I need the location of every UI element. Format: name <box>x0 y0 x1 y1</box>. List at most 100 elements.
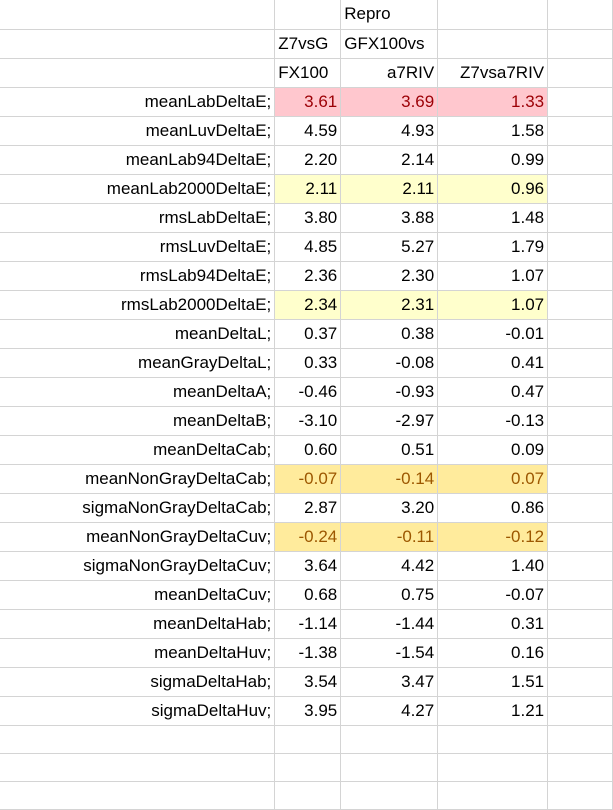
value-cell-b[interactable]: 0.38 <box>340 319 439 349</box>
value-cell-b[interactable]: -0.14 <box>340 464 439 494</box>
header-cell-c3[interactable]: Z7vsa7RIV <box>437 58 549 88</box>
cell[interactable] <box>547 261 613 291</box>
value-cell-b[interactable]: 0.51 <box>340 435 439 465</box>
value-cell-c[interactable]: 1.40 <box>437 551 549 581</box>
cell[interactable] <box>0 29 276 59</box>
value-cell-b[interactable]: 2.11 <box>340 174 439 204</box>
value-cell-a[interactable]: 2.34 <box>274 290 342 320</box>
value-cell-c[interactable]: 1.07 <box>437 261 549 291</box>
value-cell-a[interactable]: -1.38 <box>274 638 342 668</box>
cell[interactable] <box>437 725 549 754</box>
value-cell-a[interactable]: -0.46 <box>274 377 342 407</box>
metric-label[interactable]: meanDeltaHuv; <box>0 638 276 668</box>
cell[interactable] <box>547 580 613 610</box>
cell[interactable] <box>340 725 439 754</box>
value-cell-b[interactable]: -0.11 <box>340 522 439 552</box>
cell[interactable] <box>547 145 613 175</box>
cell[interactable] <box>437 0 549 30</box>
cell[interactable] <box>547 348 613 378</box>
metric-label[interactable]: meanDeltaA; <box>0 377 276 407</box>
metric-label[interactable]: sigmaDeltaHuv; <box>0 696 276 726</box>
value-cell-c[interactable]: -0.07 <box>437 580 549 610</box>
value-cell-a[interactable]: 2.20 <box>274 145 342 175</box>
cell[interactable] <box>547 174 613 204</box>
value-cell-b[interactable]: -2.97 <box>340 406 439 436</box>
value-cell-b[interactable]: 3.20 <box>340 493 439 523</box>
value-cell-c[interactable]: 0.86 <box>437 493 549 523</box>
metric-label[interactable]: rmsLuvDeltaE; <box>0 232 276 262</box>
cell[interactable] <box>437 29 549 59</box>
value-cell-a[interactable]: 2.11 <box>274 174 342 204</box>
metric-label[interactable]: meanDeltaCab; <box>0 435 276 465</box>
cell[interactable] <box>274 0 342 30</box>
value-cell-a[interactable]: 2.87 <box>274 493 342 523</box>
value-cell-c[interactable]: -0.01 <box>437 319 549 349</box>
cell[interactable] <box>547 435 613 465</box>
metric-label[interactable]: meanLab2000DeltaE; <box>0 174 276 204</box>
cell[interactable] <box>547 638 613 668</box>
metric-label[interactable]: meanDeltaCuv; <box>0 580 276 610</box>
metric-label[interactable]: meanGrayDeltaL; <box>0 348 276 378</box>
value-cell-c[interactable]: 0.96 <box>437 174 549 204</box>
value-cell-c[interactable]: 1.58 <box>437 116 549 146</box>
cell[interactable] <box>0 781 276 810</box>
cell[interactable] <box>547 725 613 754</box>
cell[interactable] <box>274 781 342 810</box>
cell[interactable] <box>547 29 613 59</box>
value-cell-c[interactable]: 1.21 <box>437 696 549 726</box>
value-cell-b[interactable]: 3.88 <box>340 203 439 233</box>
value-cell-c[interactable]: 1.48 <box>437 203 549 233</box>
value-cell-a[interactable]: 0.33 <box>274 348 342 378</box>
value-cell-c[interactable]: -0.13 <box>437 406 549 436</box>
cell[interactable] <box>547 493 613 523</box>
metric-label[interactable]: meanDeltaL; <box>0 319 276 349</box>
value-cell-b[interactable]: -0.93 <box>340 377 439 407</box>
value-cell-c[interactable]: 0.99 <box>437 145 549 175</box>
value-cell-c[interactable]: 0.41 <box>437 348 549 378</box>
metric-label[interactable]: sigmaDeltaHab; <box>0 667 276 697</box>
cell[interactable] <box>547 406 613 436</box>
value-cell-c[interactable]: 1.79 <box>437 232 549 262</box>
cell[interactable] <box>547 464 613 494</box>
cell[interactable] <box>547 232 613 262</box>
value-cell-b[interactable]: 3.69 <box>340 87 439 117</box>
value-cell-b[interactable]: 2.14 <box>340 145 439 175</box>
cell[interactable] <box>547 609 613 639</box>
value-cell-a[interactable]: 2.36 <box>274 261 342 291</box>
cell[interactable] <box>547 116 613 146</box>
cell[interactable] <box>547 203 613 233</box>
value-cell-b[interactable]: 5.27 <box>340 232 439 262</box>
value-cell-c[interactable]: 0.31 <box>437 609 549 639</box>
cell[interactable] <box>0 0 276 30</box>
value-cell-a[interactable]: 0.37 <box>274 319 342 349</box>
value-cell-c[interactable]: 0.07 <box>437 464 549 494</box>
cell[interactable] <box>547 781 613 810</box>
cell[interactable] <box>547 667 613 697</box>
metric-label[interactable]: meanDeltaHab; <box>0 609 276 639</box>
value-cell-b[interactable]: -1.54 <box>340 638 439 668</box>
value-cell-a[interactable]: 3.54 <box>274 667 342 697</box>
value-cell-a[interactable]: -3.10 <box>274 406 342 436</box>
value-cell-b[interactable]: -1.44 <box>340 609 439 639</box>
value-cell-c[interactable]: 1.33 <box>437 87 549 117</box>
value-cell-a[interactable]: 3.80 <box>274 203 342 233</box>
header-cell-a3[interactable]: FX100 <box>274 58 342 88</box>
value-cell-a[interactable]: -0.24 <box>274 522 342 552</box>
cell[interactable] <box>547 58 613 88</box>
value-cell-a[interactable]: 4.85 <box>274 232 342 262</box>
metric-label[interactable]: meanDeltaB; <box>0 406 276 436</box>
value-cell-a[interactable]: 3.61 <box>274 87 342 117</box>
header-cell-b1[interactable]: Repro <box>340 0 439 30</box>
header-cell-b3[interactable]: a7RIV <box>340 58 439 88</box>
value-cell-c[interactable]: 0.16 <box>437 638 549 668</box>
value-cell-c[interactable]: -0.12 <box>437 522 549 552</box>
value-cell-b[interactable]: 4.27 <box>340 696 439 726</box>
value-cell-c[interactable]: 1.51 <box>437 667 549 697</box>
value-cell-b[interactable]: 4.42 <box>340 551 439 581</box>
cell[interactable] <box>274 725 342 754</box>
cell[interactable] <box>0 725 276 754</box>
value-cell-a[interactable]: 3.64 <box>274 551 342 581</box>
cell[interactable] <box>0 58 276 88</box>
header-cell-b2[interactable]: GFX100vs <box>340 29 439 59</box>
cell[interactable] <box>274 753 342 782</box>
